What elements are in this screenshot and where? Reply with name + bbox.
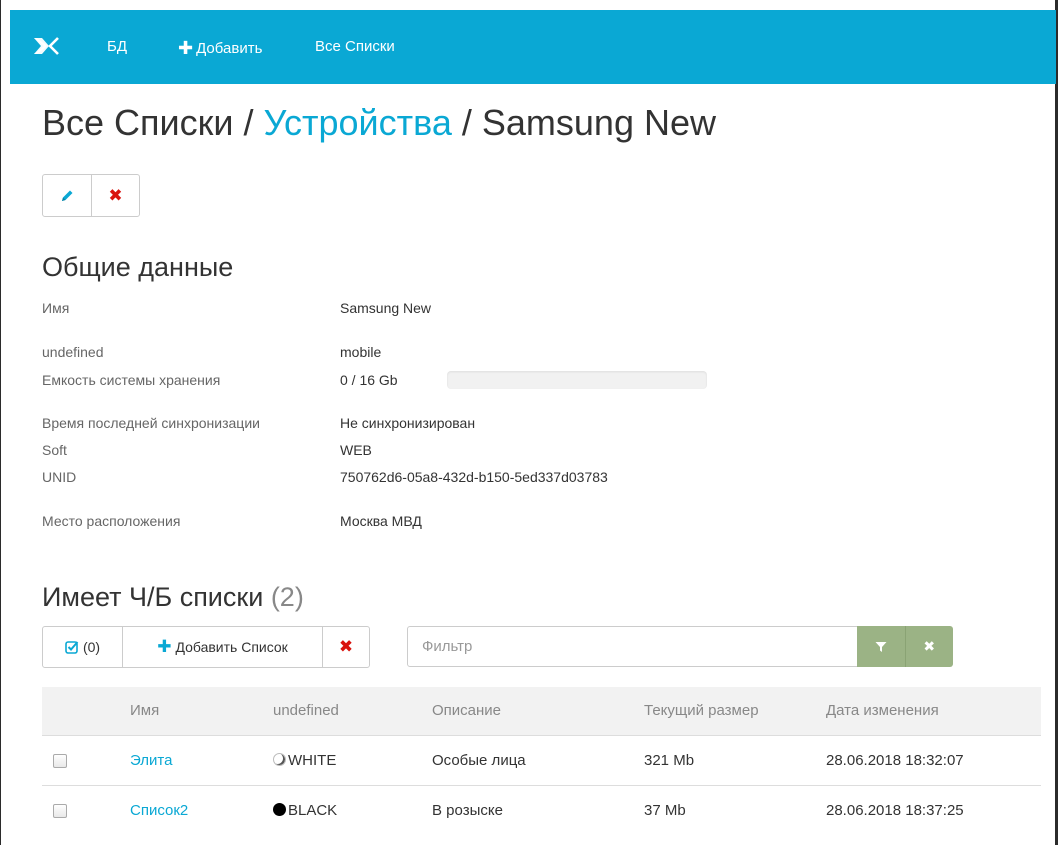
row-checkbox[interactable] bbox=[53, 754, 67, 768]
edit-button[interactable] bbox=[43, 175, 92, 216]
row-name-link[interactable]: Список2 bbox=[130, 801, 188, 821]
logo-icon[interactable] bbox=[32, 35, 66, 57]
row-color: BLACK bbox=[273, 801, 337, 821]
clear-filter-button[interactable]: ✖ bbox=[905, 626, 953, 667]
row-description: Особые лица bbox=[432, 752, 526, 769]
lists-section-title-text: Имеет Ч/Б списки bbox=[42, 582, 264, 612]
breadcrumb-separator: / bbox=[451, 102, 482, 143]
breadcrumb-current: Samsung New bbox=[481, 102, 716, 143]
filter-input[interactable] bbox=[407, 626, 858, 667]
field-name-value: Samsung New bbox=[340, 300, 432, 316]
plus-icon: ✚ bbox=[178, 38, 194, 58]
close-icon: ✖ bbox=[923, 638, 936, 654]
field-soft-label: Soft bbox=[42, 442, 67, 458]
row-color-label: WHITE bbox=[288, 752, 337, 769]
select-all-button[interactable]: (0) bbox=[43, 627, 123, 667]
selected-count: (0) bbox=[82, 639, 101, 655]
row-size: 321 Mb bbox=[644, 752, 695, 769]
row-modified: 28.06.2018 18:32:07 bbox=[826, 752, 964, 769]
field-type-value: mobile bbox=[340, 344, 382, 360]
field-unid-value: 750762d6-05a8-432d-b150-5ed337d03783 bbox=[340, 469, 608, 485]
lists-count: (2) bbox=[270, 582, 304, 612]
field-last-sync-label: Время последней синхронизации bbox=[42, 415, 260, 431]
column-header-type[interactable]: undefined bbox=[273, 701, 339, 721]
storage-progress-bar bbox=[447, 371, 707, 389]
field-unid-label: UNID bbox=[42, 469, 77, 485]
field-soft-value: WEB bbox=[340, 442, 372, 458]
field-type-label: undefined bbox=[42, 344, 104, 360]
nav-add-label: Добавить bbox=[196, 40, 263, 57]
apply-filter-button[interactable] bbox=[857, 626, 906, 667]
column-header-size[interactable]: Текущий размер bbox=[644, 701, 759, 721]
black-circle-icon bbox=[273, 803, 286, 816]
field-storage-value: 0 / 16 Gb bbox=[340, 372, 398, 388]
table-header: Имя undefined Описание Текущий размер Да… bbox=[42, 687, 1041, 735]
pencil-icon bbox=[62, 190, 73, 201]
general-section-title: Общие данные bbox=[42, 252, 234, 282]
breadcrumb-root: Все Списки bbox=[42, 102, 234, 143]
field-name-label: Имя bbox=[42, 300, 70, 316]
add-list-button[interactable]: ✚ Добавить Список bbox=[123, 627, 323, 667]
field-last-sync-value: Не синхронизирован bbox=[340, 415, 476, 431]
close-icon: ✖ bbox=[108, 185, 123, 205]
breadcrumb-parent-link[interactable]: Устройства bbox=[264, 102, 452, 143]
top-navbar: БД ✚ Добавить Все Списки bbox=[10, 10, 1056, 84]
close-icon: ✖ bbox=[338, 637, 354, 656]
checkbox-checked-icon bbox=[65, 641, 79, 654]
row-description: В розыске bbox=[432, 802, 503, 819]
column-header-modified[interactable]: Дата изменения bbox=[826, 701, 939, 721]
nav-all-lists[interactable]: Все Списки bbox=[315, 37, 395, 57]
record-actions: ✖ bbox=[42, 174, 140, 217]
row-name-link[interactable]: Элита bbox=[130, 751, 172, 771]
row-modified: 28.06.2018 18:37:25 bbox=[826, 802, 964, 819]
breadcrumb-separator: / bbox=[233, 102, 264, 143]
add-list-label: Добавить Список bbox=[175, 639, 288, 655]
window-border-left bbox=[0, 0, 1, 845]
column-header-name[interactable]: Имя bbox=[130, 701, 159, 721]
row-size: 37 Mb bbox=[644, 802, 686, 819]
field-location-value: Москва МВД bbox=[340, 513, 422, 529]
white-circle-icon bbox=[273, 753, 286, 766]
lists-section-title: Имеет Ч/Б списки (2) bbox=[42, 580, 304, 614]
table-row: Список2 BLACK В розыске 37 Mb 28.06.2018… bbox=[42, 785, 1041, 835]
row-color: WHITE bbox=[273, 751, 336, 771]
row-checkbox[interactable] bbox=[53, 804, 67, 818]
delete-lists-button[interactable]: ✖ bbox=[323, 627, 369, 667]
filter-buttons: ✖ bbox=[857, 626, 953, 667]
field-storage-label: Емкость системы хранения bbox=[42, 372, 221, 388]
row-color-label: BLACK bbox=[288, 802, 338, 819]
field-location-label: Место расположения bbox=[42, 513, 181, 529]
plus-icon: ✚ bbox=[157, 637, 172, 656]
delete-button[interactable]: ✖ bbox=[92, 175, 139, 216]
nav-db[interactable]: БД bbox=[107, 37, 127, 57]
funnel-icon bbox=[875, 641, 887, 652]
table-row: Элита WHITE Особые лица 321 Mb 28.06.201… bbox=[42, 735, 1041, 785]
column-header-description[interactable]: Описание bbox=[432, 701, 501, 721]
lists-toolbar: (0) ✚ Добавить Список ✖ bbox=[42, 626, 370, 668]
nav-add[interactable]: ✚ Добавить bbox=[178, 37, 262, 59]
lists-table: Имя undefined Описание Текущий размер Да… bbox=[42, 687, 1041, 835]
breadcrumb: Все Списки / Устройства / Samsung New bbox=[42, 100, 716, 146]
